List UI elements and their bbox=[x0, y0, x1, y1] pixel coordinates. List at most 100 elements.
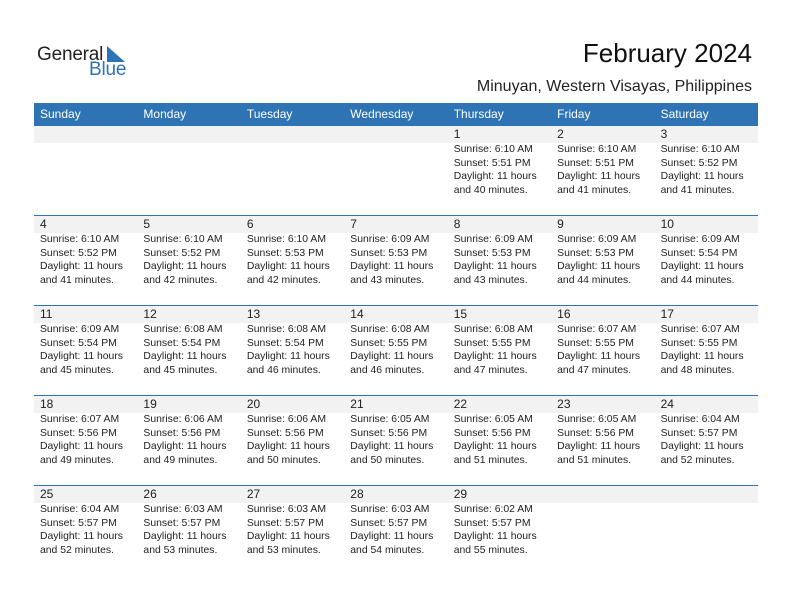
sunset-time: Sunset: 5:55 PM bbox=[350, 337, 428, 349]
logo: General Blue bbox=[37, 44, 137, 80]
daylight-minutes: and 41 minutes. bbox=[557, 184, 632, 196]
day-number: 18 bbox=[40, 397, 54, 411]
day-number: 10 bbox=[660, 217, 674, 231]
sunrise-time: Sunrise: 6:02 AM bbox=[453, 504, 533, 515]
daylight-minutes: and 50 minutes. bbox=[246, 454, 321, 466]
day-number: 20 bbox=[246, 397, 261, 411]
sunrise-time: Sunrise: 6:09 AM bbox=[453, 234, 533, 245]
day-number: 15 bbox=[453, 307, 468, 321]
daylight-minutes: and 47 minutes. bbox=[453, 364, 528, 376]
day-cell: 4 Sunrise: 6:10 AM Sunset: 5:52 PM Daylight… bbox=[34, 216, 137, 305]
weekday-header-cell: Wednesday bbox=[350, 107, 414, 121]
sunset-time: Sunset: 5:52 PM bbox=[40, 247, 117, 259]
sunrise-time: Sunrise: 6:03 AM bbox=[246, 504, 326, 515]
sunset-time: Sunset: 5:56 PM bbox=[557, 427, 634, 439]
daylight-minutes: and 45 minutes. bbox=[143, 364, 218, 376]
week-row: 18 Sunrise: 6:07 AM Sunset: 5:56 PM Dayligh… bbox=[34, 395, 758, 485]
sunset-time: Sunset: 5:55 PM bbox=[660, 337, 738, 349]
daylight-minutes: and 43 minutes. bbox=[453, 274, 528, 286]
sunrise-time: Sunrise: 6:06 AM bbox=[246, 414, 326, 425]
sunrise-time: Sunrise: 6:09 AM bbox=[350, 234, 430, 245]
week-row: 11 Sunrise: 6:09 AM Sunset: 5:54 PM Dayligh… bbox=[34, 305, 758, 395]
daylight-hours: Daylight: 11 hours bbox=[660, 441, 744, 452]
day-cell: 6 Sunrise: 6:10 AM Sunset: 5:53 PM Daylight… bbox=[241, 216, 344, 305]
daylight-minutes: and 49 minutes. bbox=[40, 454, 114, 466]
sunset-time: Sunset: 5:56 PM bbox=[40, 427, 117, 439]
daylight-minutes: and 44 minutes. bbox=[557, 274, 632, 286]
day-cell: 17 Sunrise: 6:07 AM Sunset: 5:55 PM Dayligh… bbox=[655, 306, 758, 395]
day-cell: 1 Sunrise: 6:10 AM Sunset: 5:51 PM Daylight… bbox=[448, 126, 551, 215]
sunrise-time: Sunrise: 6:08 AM bbox=[350, 324, 430, 335]
week-row: 1 Sunrise: 6:10 AM Sunset: 5:51 PM Daylight… bbox=[34, 126, 758, 215]
daylight-hours: Daylight: 11 hours bbox=[143, 531, 227, 542]
daylight-minutes: and 51 minutes. bbox=[557, 454, 632, 466]
daylight-minutes: and 45 minutes. bbox=[40, 364, 114, 376]
day-number: 17 bbox=[660, 307, 674, 321]
sunrise-time: Sunrise: 6:08 AM bbox=[143, 324, 223, 335]
weekday-header-cell: Friday bbox=[557, 107, 591, 121]
daylight-hours: Daylight: 11 hours bbox=[143, 261, 227, 272]
day-number: 1 bbox=[453, 127, 461, 141]
daylight-minutes: and 41 minutes. bbox=[40, 274, 114, 286]
daylight-hours: Daylight: 11 hours bbox=[246, 531, 330, 542]
daylight-hours: Daylight: 11 hours bbox=[453, 261, 537, 272]
sunrise-time: Sunrise: 6:09 AM bbox=[40, 324, 120, 335]
sunrise-time: Sunrise: 6:04 AM bbox=[40, 504, 120, 515]
day-number: 23 bbox=[557, 397, 571, 411]
day-cell: 12 Sunrise: 6:08 AM Sunset: 5:54 PM Dayligh… bbox=[137, 306, 240, 395]
day-cell: 9 Sunrise: 6:09 AM Sunset: 5:53 PM Daylight… bbox=[551, 216, 654, 305]
empty-day-cell bbox=[551, 486, 654, 575]
sunset-time: Sunset: 5:53 PM bbox=[246, 247, 324, 259]
day-cell: 27 Sunrise: 6:03 AM Sunset: 5:57 PM Dayligh… bbox=[241, 486, 344, 575]
day-number: 13 bbox=[246, 307, 261, 321]
sunset-time: Sunset: 5:54 PM bbox=[40, 337, 117, 349]
sunrise-time: Sunrise: 6:07 AM bbox=[40, 414, 120, 425]
day-number: 7 bbox=[350, 217, 357, 231]
daylight-hours: Daylight: 11 hours bbox=[453, 171, 537, 182]
sunset-time: Sunset: 5:54 PM bbox=[660, 247, 738, 259]
calendar: Sunday Monday Tuesday Wednesday Thursday Frid… bbox=[34, 103, 758, 575]
sunset-time: Sunset: 5:57 PM bbox=[453, 517, 531, 529]
day-cell: 29 Sunrise: 6:02 AM Sunset: 5:57 PM Dayligh… bbox=[448, 486, 551, 575]
sunrise-time: Sunrise: 6:05 AM bbox=[350, 414, 430, 425]
day-number: 3 bbox=[660, 127, 668, 141]
daylight-minutes: and 53 minutes. bbox=[246, 544, 321, 556]
sunset-time: Sunset: 5:51 PM bbox=[557, 157, 634, 169]
sunrise-time: Sunrise: 6:07 AM bbox=[557, 324, 637, 335]
sunrise-time: Sunrise: 6:10 AM bbox=[453, 144, 533, 155]
daylight-hours: Daylight: 11 hours bbox=[557, 441, 641, 452]
day-number: 6 bbox=[246, 217, 254, 231]
day-cell: 18 Sunrise: 6:07 AM Sunset: 5:56 PM Dayligh… bbox=[34, 396, 137, 485]
sunset-time: Sunset: 5:56 PM bbox=[143, 427, 221, 439]
day-number: 26 bbox=[143, 487, 157, 501]
daylight-hours: Daylight: 11 hours bbox=[453, 441, 537, 452]
day-cell: 24 Sunrise: 6:04 AM Sunset: 5:57 PM Dayligh… bbox=[655, 396, 758, 485]
day-number: 4 bbox=[40, 217, 47, 231]
daylight-hours: Daylight: 11 hours bbox=[350, 351, 434, 362]
sunset-time: Sunset: 5:53 PM bbox=[557, 247, 634, 259]
day-number: 22 bbox=[453, 397, 468, 411]
daylight-minutes: and 49 minutes. bbox=[143, 454, 218, 466]
daylight-hours: Daylight: 11 hours bbox=[40, 531, 123, 542]
sunset-time: Sunset: 5:57 PM bbox=[40, 517, 117, 529]
sunrise-time: Sunrise: 6:03 AM bbox=[350, 504, 430, 515]
sunset-time: Sunset: 5:55 PM bbox=[557, 337, 634, 349]
day-number: 11 bbox=[40, 307, 53, 321]
day-number: 27 bbox=[246, 487, 261, 501]
daylight-hours: Daylight: 11 hours bbox=[660, 351, 744, 362]
daylight-minutes: and 44 minutes. bbox=[660, 274, 735, 286]
daylight-hours: Daylight: 11 hours bbox=[143, 441, 227, 452]
daylight-hours: Daylight: 11 hours bbox=[557, 261, 641, 272]
daylight-hours: Daylight: 11 hours bbox=[350, 261, 434, 272]
sunrise-time: Sunrise: 6:10 AM bbox=[40, 234, 120, 245]
daylight-hours: Daylight: 11 hours bbox=[557, 171, 641, 182]
sunset-time: Sunset: 5:56 PM bbox=[453, 427, 531, 439]
daylight-hours: Daylight: 11 hours bbox=[246, 441, 330, 452]
empty-day-cell bbox=[137, 126, 240, 215]
week-row: 25 Sunrise: 6:04 AM Sunset: 5:57 PM Dayligh… bbox=[34, 485, 758, 575]
daylight-minutes: and 41 minutes. bbox=[660, 184, 735, 196]
week-row: 4 Sunrise: 6:10 AM Sunset: 5:52 PM Daylight… bbox=[34, 215, 758, 305]
day-cell: 14 Sunrise: 6:08 AM Sunset: 5:55 PM Dayligh… bbox=[344, 306, 447, 395]
day-cell: 13 Sunrise: 6:08 AM Sunset: 5:54 PM Dayligh… bbox=[241, 306, 344, 395]
weekday-header-cell: Monday bbox=[143, 107, 187, 121]
